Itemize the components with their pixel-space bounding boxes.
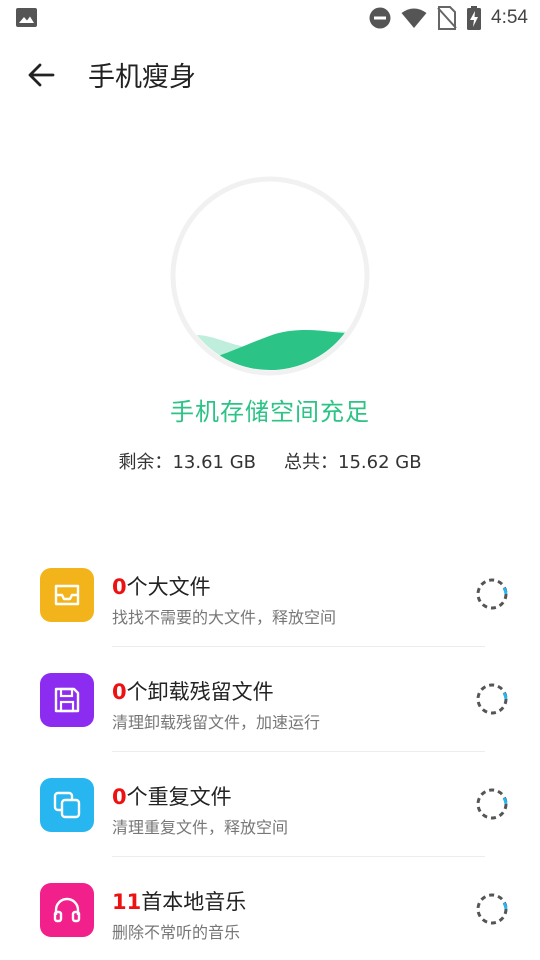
clock-time: 4:54	[491, 7, 528, 28]
list-item-residual-files[interactable]: 0个卸载残留文件 清理卸载残留文件，加速运行	[0, 647, 540, 752]
list-item-duplicate-files[interactable]: 0个重复文件 清理重复文件，释放空间	[0, 752, 540, 857]
storage-summary: 剩余：13.61 GB 总共：15.62 GB	[0, 448, 540, 474]
item-subtitle: 清理重复文件，释放空间	[112, 818, 289, 837]
item-title: 0个卸载残留文件	[112, 676, 274, 706]
item-label: 个重复文件	[126, 785, 232, 809]
app-bar: 手机瘦身	[0, 40, 540, 110]
status-bar: 4:54	[0, 0, 540, 36]
inbox-icon	[40, 568, 94, 622]
item-label: 首本地音乐	[141, 890, 247, 914]
total-value: 15.62 GB	[338, 452, 422, 473]
item-title: 0个重复文件	[112, 781, 232, 811]
copy-icon	[40, 778, 94, 832]
item-count: 0	[112, 680, 127, 704]
page-title: 手机瘦身	[88, 62, 196, 93]
item-count: 0	[112, 785, 127, 809]
loading-spinner-icon	[476, 683, 508, 715]
arrow-back-icon[interactable]	[26, 60, 56, 90]
image-icon	[16, 8, 37, 27]
loading-spinner-icon	[476, 578, 508, 610]
do-not-disturb-icon	[369, 7, 391, 29]
item-title: 11首本地音乐	[112, 886, 246, 916]
item-subtitle: 删除不常听的音乐	[112, 923, 241, 942]
battery-charging-icon	[467, 6, 482, 30]
list-item-large-files[interactable]: 0个大文件 找找不需要的大文件，释放空间	[0, 542, 540, 647]
item-label: 个卸载残留文件	[126, 680, 274, 704]
remaining-value: 13.61 GB	[172, 452, 256, 473]
loading-spinner-icon	[476, 893, 508, 925]
item-count: 11	[112, 890, 142, 914]
save-icon	[40, 673, 94, 727]
storage-status: 手机存储空间充足	[170, 398, 370, 426]
loading-spinner-icon	[476, 788, 508, 820]
remaining-label: 剩余：	[118, 452, 173, 473]
total-label: 总共：	[284, 452, 338, 473]
no-sim-icon	[437, 6, 457, 30]
wifi-icon	[401, 8, 427, 28]
storage-gauge	[170, 176, 370, 376]
cleanup-list: 0个大文件 找找不需要的大文件，释放空间 0个卸载残留文件 清理卸载残留文件，加…	[0, 542, 540, 960]
item-subtitle: 找找不需要的大文件，释放空间	[112, 608, 337, 627]
item-count: 0	[112, 575, 127, 599]
item-title: 0个大文件	[112, 571, 211, 601]
item-label: 个大文件	[126, 575, 211, 599]
list-item-local-music[interactable]: 11首本地音乐 删除不常听的音乐	[0, 857, 540, 960]
item-subtitle: 清理卸载残留文件，加速运行	[112, 713, 321, 732]
headphones-icon	[40, 883, 94, 937]
